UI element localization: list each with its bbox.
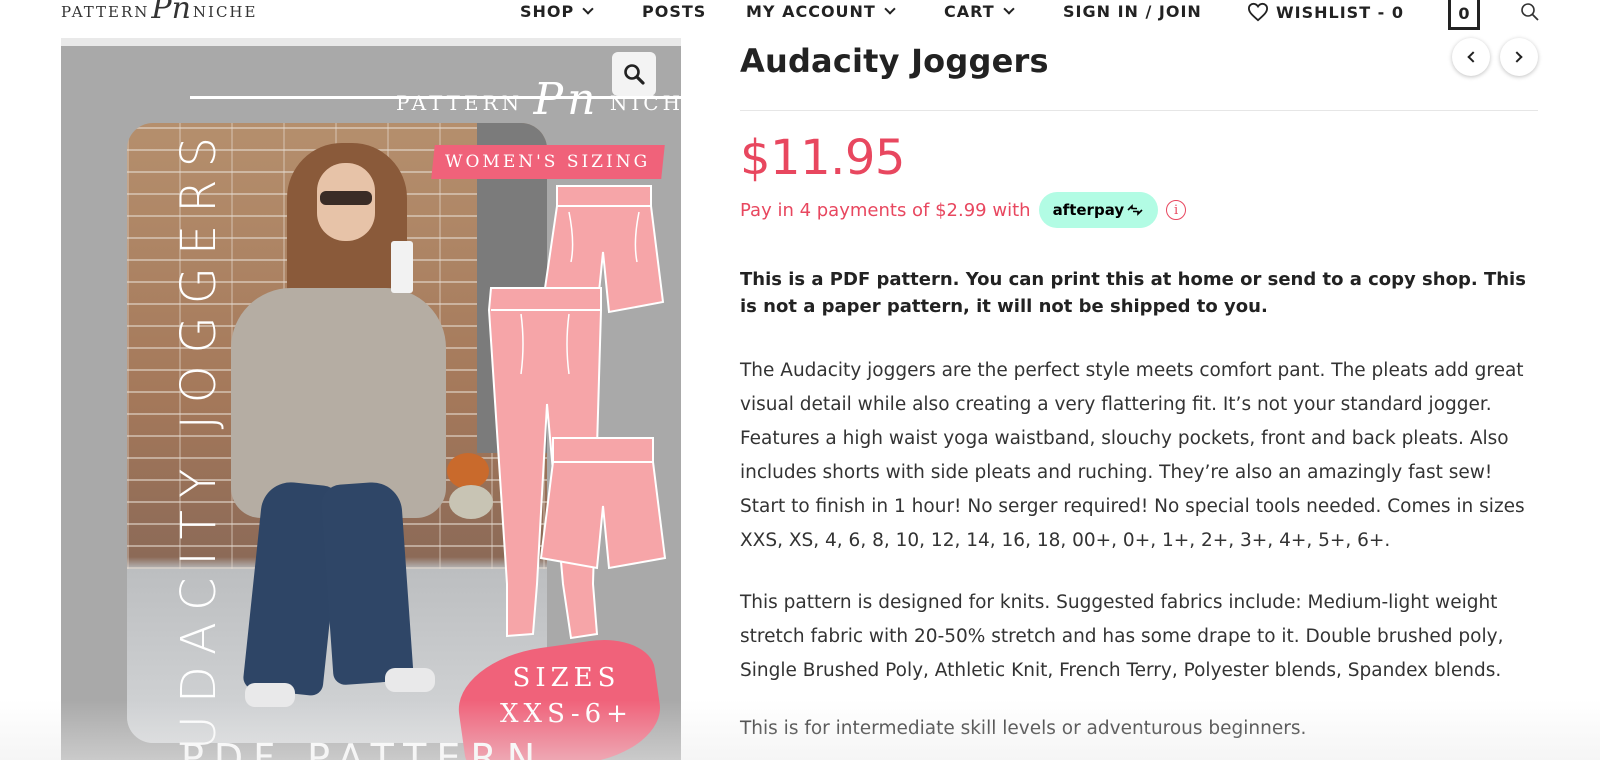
womens-sizing-label: WOMEN'S SIZING (445, 152, 651, 172)
site-logo[interactable]: PATTERN Pn NICHE (61, 0, 257, 30)
product-description-2: This pattern is designed for knits. Sugg… (740, 592, 1504, 681)
product-description-3: This is for intermediate skill levels or… (740, 718, 1307, 739)
afterpay-arrows-icon (1127, 204, 1143, 216)
zoom-icon (624, 64, 645, 85)
next-product-button[interactable] (1500, 38, 1538, 76)
nav-cart-label: CART (944, 2, 995, 21)
nav-posts-label: POSTS (642, 2, 707, 21)
nav-shop-label: SHOP (520, 2, 575, 21)
nav-cart[interactable]: CART (944, 2, 1015, 21)
heart-icon (1247, 2, 1269, 22)
site-header: PATTERN Pn NICHE SHOP POSTS MY ACCOUNT C… (0, 0, 1600, 38)
coffee-cup (391, 241, 413, 293)
chevron-down-icon (582, 3, 594, 15)
afterpay-message: Pay in 4 payments of $2.99 with afterpay… (740, 192, 1187, 228)
sunglasses (320, 191, 372, 205)
pdf-notice: This is a PDF pattern. You can print thi… (740, 269, 1526, 317)
image-logo-monogram: Pn (533, 74, 600, 125)
image-logo-left: PATTERN (396, 91, 524, 115)
model-jogger-right-leg (320, 480, 414, 686)
cart-count-button[interactable]: 0 (1448, 0, 1480, 30)
chevron-left-icon (1467, 51, 1479, 63)
product-price: $11.95 (740, 130, 905, 186)
pdf-pattern-label: PDF PATTERN (181, 736, 546, 760)
previous-product-button[interactable] (1452, 38, 1490, 76)
image-rule (190, 96, 681, 99)
search-icon[interactable] (1520, 2, 1540, 22)
product-title: Audacity Joggers (740, 42, 1049, 80)
chevron-down-icon (1002, 3, 1015, 15)
logo-word-left: PATTERN (61, 3, 150, 21)
nav-my-account[interactable]: MY ACCOUNT (746, 2, 896, 21)
sizes-label: SIZES XXS-6+ (459, 660, 674, 732)
nav-shop[interactable]: SHOP (520, 2, 594, 21)
afterpay-text: Pay in 4 payments of $2.99 with (740, 199, 1031, 221)
product-image-artwork: PATTERN Pn NICHE AUDACITY JOGGERS WOMEN'… (61, 46, 681, 760)
nav-wishlist-label: WISHLIST - 0 (1276, 2, 1405, 22)
nav-wishlist[interactable]: WISHLIST - 0 (1247, 2, 1404, 22)
vertical-product-title: AUDACITY JOGGERS (171, 124, 227, 760)
logo-word-right: NICHE (192, 3, 258, 21)
info-icon[interactable]: i (1166, 200, 1187, 220)
product-description-1: The Audacity joggers are the perfect sty… (740, 360, 1525, 551)
title-divider (740, 110, 1538, 111)
cart-count: 0 (1458, 4, 1470, 23)
sneaker (245, 683, 295, 707)
nav-posts[interactable]: POSTS (642, 2, 706, 21)
sizes-line-2: XXS-6+ (500, 699, 633, 729)
product-image[interactable]: PATTERN Pn NICHE AUDACITY JOGGERS WOMEN'… (61, 38, 681, 760)
chevron-right-icon (1511, 51, 1523, 63)
product-navigation (1452, 38, 1538, 76)
chevron-down-icon (884, 3, 896, 15)
nav-sign-in[interactable]: SIGN IN / JOIN (1063, 2, 1202, 21)
nav-my-account-label: MY ACCOUNT (746, 2, 876, 21)
afterpay-badge-label: afterpay (1052, 201, 1125, 219)
shorts-illustration (539, 437, 667, 570)
model-sweater (231, 288, 446, 518)
sneaker (385, 668, 435, 692)
logo-monogram: Pn (151, 0, 191, 26)
zoom-button[interactable] (612, 52, 656, 96)
womens-sizing-tag: WOMEN'S SIZING (431, 145, 665, 179)
info-icon-glyph: i (1174, 202, 1179, 218)
afterpay-badge[interactable]: afterpay (1038, 192, 1159, 228)
sizes-line-1: SIZES (512, 663, 621, 693)
nav-sign-in-label: SIGN IN / JOIN (1063, 2, 1202, 21)
